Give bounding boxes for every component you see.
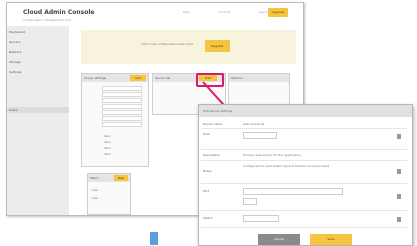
field-label: Port xyxy=(203,189,209,193)
field-row-host: Host xyxy=(201,129,407,150)
field-row-port: Port xyxy=(201,184,407,211)
status-input[interactable] xyxy=(243,215,279,222)
lock-icon xyxy=(397,134,401,139)
cancel-button[interactable]: Cancel xyxy=(258,234,300,245)
field-value: web-server-01 xyxy=(243,122,265,126)
field-label: Description xyxy=(203,153,221,157)
lock-icon xyxy=(397,194,401,199)
field-label: Host xyxy=(203,132,210,136)
field-value: Primary web server for the application xyxy=(243,153,301,157)
host-input[interactable] xyxy=(243,132,277,139)
field-label: Server name xyxy=(203,122,223,126)
port-stepper[interactable] xyxy=(243,198,257,205)
field-row-server-name: Server name web-server-01 xyxy=(201,119,407,129)
field-row-status: Status xyxy=(201,211,407,228)
port-input[interactable] xyxy=(243,188,343,195)
field-label: Notes xyxy=(203,169,212,173)
save-button[interactable]: Save xyxy=(310,234,352,245)
lock-icon xyxy=(397,169,401,174)
field-row-description: Description Primary web server for the a… xyxy=(201,150,407,161)
lock-icon xyxy=(397,217,401,222)
field-row-notes: Notes Configured for load balancing and … xyxy=(201,161,407,184)
edit-dialog: Edit server settings Server name web-ser… xyxy=(198,104,413,246)
dialog-title: Edit server settings xyxy=(203,109,233,113)
field-label: Status xyxy=(203,216,213,220)
marker-square xyxy=(150,232,158,245)
field-value: Configured for load balancing and failov… xyxy=(243,164,330,168)
